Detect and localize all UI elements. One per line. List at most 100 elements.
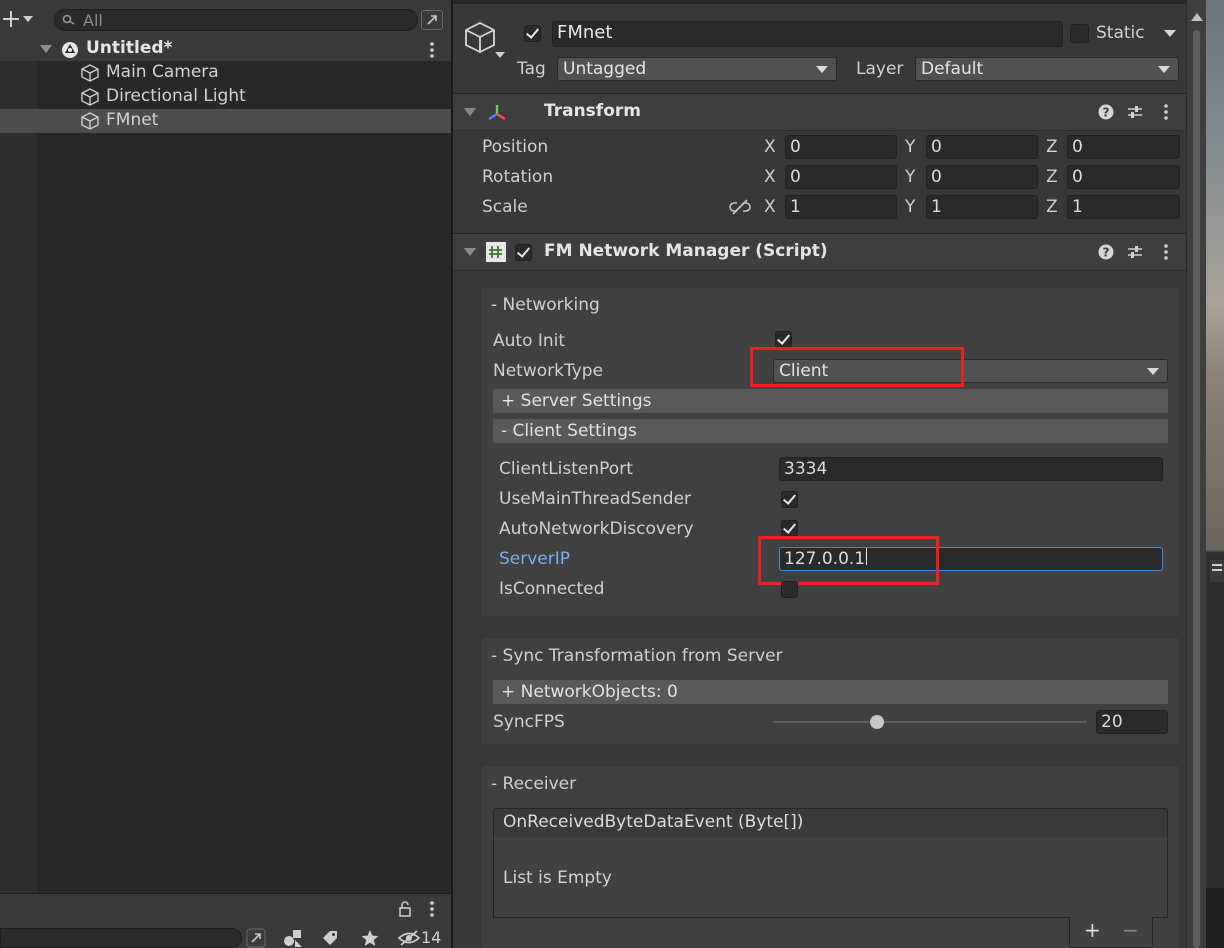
scale-z-field[interactable]: 1: [1067, 195, 1180, 219]
open-external-icon: [424, 12, 440, 28]
chevron-down-icon: [1158, 66, 1170, 73]
menu-lines-icon: [1212, 569, 1222, 571]
plus-icon: [0, 8, 22, 30]
active-checkbox[interactable]: [524, 25, 541, 42]
chevron-down-icon: [816, 66, 828, 73]
inspector-scrollbar[interactable]: [1186, 0, 1207, 948]
server-settings-foldout[interactable]: + Server Settings: [493, 389, 1168, 413]
object-name-field[interactable]: FMnet: [552, 21, 1063, 47]
position-x-label[interactable]: X: [764, 137, 776, 157]
hierarchy-item-main-camera[interactable]: Main Camera: [0, 61, 452, 85]
sync-header[interactable]: - Sync Transformation from Server: [491, 646, 783, 666]
auto-network-discovery-checkbox[interactable]: [781, 520, 798, 537]
position-z-field[interactable]: 0: [1067, 135, 1180, 159]
hierarchy-search-input[interactable]: All: [54, 9, 418, 31]
rotation-x-field[interactable]: 0: [785, 165, 897, 189]
scale-x-label[interactable]: X: [764, 197, 776, 217]
icon-picker-chevron-icon[interactable]: [495, 52, 505, 58]
event-list-body: List is Empty: [493, 837, 1168, 918]
more-options-icon[interactable]: [1160, 102, 1172, 122]
receiver-header[interactable]: - Receiver: [491, 774, 576, 794]
rotation-y-label[interactable]: Y: [905, 167, 915, 187]
auto-init-checkbox[interactable]: [775, 331, 792, 348]
foldout-arrow-icon[interactable]: [464, 248, 476, 256]
network-objects-foldout[interactable]: + NetworkObjects: 0: [493, 680, 1168, 704]
scene-row[interactable]: Untitled*: [0, 37, 452, 61]
empty-list-text: List is Empty: [503, 868, 612, 888]
filter-by-type-icon[interactable]: [282, 928, 304, 948]
scale-y-field[interactable]: 1: [926, 195, 1038, 219]
tag-dropdown-value: Untagged: [563, 59, 647, 79]
foldout-arrow-icon[interactable]: [464, 108, 476, 116]
scene-toolbar-remnant[interactable]: [1210, 560, 1224, 582]
lock-icon[interactable]: [397, 900, 413, 918]
hidden-eye-icon[interactable]: [397, 929, 421, 947]
static-checkbox[interactable]: [1070, 24, 1089, 43]
tag-icon[interactable]: [320, 928, 340, 948]
layer-dropdown[interactable]: Default: [915, 57, 1179, 81]
position-label: Position: [482, 137, 549, 157]
help-icon[interactable]: ?: [1097, 243, 1115, 261]
hierarchy-toolbar: All: [0, 0, 452, 39]
tag-dropdown[interactable]: Untagged: [557, 57, 837, 81]
event-list-footer: + −: [1069, 917, 1153, 948]
transform-header[interactable]: Transform ?: [453, 93, 1186, 131]
create-button[interactable]: [0, 8, 40, 30]
use-main-thread-sender-checkbox[interactable]: [781, 491, 798, 508]
presets-sliders-icon[interactable]: [1126, 243, 1144, 261]
is-connected-checkbox[interactable]: [781, 581, 798, 598]
script-enabled-checkbox[interactable]: [515, 244, 532, 261]
client-settings-foldout[interactable]: - Client Settings: [493, 419, 1168, 443]
help-icon[interactable]: ?: [1097, 103, 1115, 121]
remove-event-button[interactable]: −: [1122, 918, 1139, 942]
scale-y-label[interactable]: Y: [905, 197, 915, 217]
constrain-proportions-icon[interactable]: [729, 198, 751, 216]
scale-z-label[interactable]: Z: [1046, 197, 1058, 217]
scene-view-edge: [1206, 0, 1224, 948]
rotation-y-field[interactable]: 0: [926, 165, 1038, 189]
position-z-label[interactable]: Z: [1046, 137, 1058, 157]
expand-arrow-icon[interactable]: [40, 45, 52, 53]
sync-fps-slider-thumb[interactable]: [869, 715, 884, 729]
layer-label: Layer: [856, 59, 904, 79]
star-icon[interactable]: [360, 928, 380, 948]
network-type-label: NetworkType: [493, 361, 604, 381]
open-external-icon[interactable]: [246, 928, 266, 948]
hierarchy-item-directional-light[interactable]: Directional Light: [0, 85, 452, 109]
hierarchy-item-fmnet[interactable]: FMnet: [0, 109, 452, 133]
menu-lines-icon: [1212, 564, 1222, 566]
use-main-thread-sender-label: UseMainThreadSender: [499, 489, 692, 509]
static-dropdown-chevron-icon[interactable]: [1164, 30, 1176, 37]
search-filter-button[interactable]: [421, 10, 443, 30]
script-component-header[interactable]: FM Network Manager (Script) ?: [453, 233, 1186, 271]
gameobject-cube-icon[interactable]: [463, 20, 497, 56]
scrollbar-thumb[interactable]: [1193, 30, 1200, 948]
sync-fps-field[interactable]: 20: [1096, 710, 1168, 734]
rotation-z-field[interactable]: 0: [1067, 165, 1180, 189]
networking-header[interactable]: - Networking: [491, 295, 600, 315]
more-options-icon[interactable]: [426, 899, 438, 919]
hidden-count: 14: [421, 928, 442, 947]
position-x-field[interactable]: 0: [785, 135, 897, 159]
add-event-button[interactable]: +: [1084, 918, 1101, 942]
position-y-field[interactable]: 0: [926, 135, 1038, 159]
more-options-icon[interactable]: [1160, 242, 1172, 262]
scale-label: Scale: [482, 197, 528, 217]
presets-sliders-icon[interactable]: [1126, 103, 1144, 121]
scene-name: Untitled*: [86, 38, 173, 58]
position-y-label[interactable]: Y: [905, 137, 915, 157]
project-search-input[interactable]: [0, 928, 242, 948]
scale-x-field[interactable]: 1: [785, 195, 897, 219]
annotation-highlight-box: [750, 347, 964, 387]
sync-fps-slider-track[interactable]: [773, 721, 1087, 723]
client-listen-port-field[interactable]: 3334: [779, 457, 1163, 481]
chevron-down-icon: [1147, 368, 1159, 375]
more-options-icon[interactable]: [426, 40, 438, 60]
scroll-up-icon[interactable]: [1191, 13, 1203, 21]
auto-network-discovery-label: AutoNetworkDiscovery: [499, 519, 694, 539]
rotation-z-label[interactable]: Z: [1046, 167, 1058, 187]
rotation-x-label[interactable]: X: [764, 167, 776, 187]
tag-label: Tag: [517, 59, 546, 79]
transform-axes-icon: [486, 102, 508, 124]
event-title: OnReceivedByteDataEvent (Byte[]): [503, 812, 804, 832]
